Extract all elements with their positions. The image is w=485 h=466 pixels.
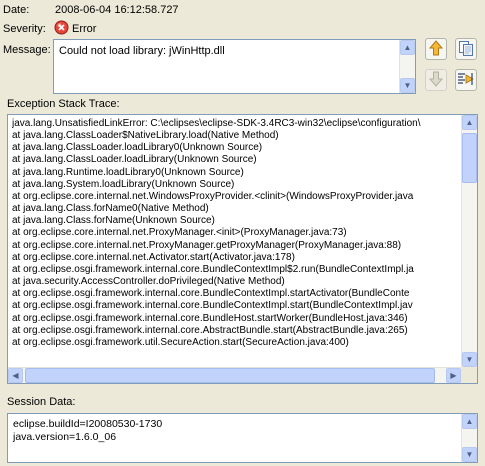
session-data-field[interactable]: eclipse.buildId=I20080530-1730 java.vers… bbox=[7, 413, 478, 463]
message-field[interactable]: Could not load library: jWinHttp.dll ▲ ▼ bbox=[53, 39, 416, 94]
stack-trace-header-line: java.lang.UnsatisfiedLinkError: C:\eclip… bbox=[12, 118, 421, 129]
stack-trace-line: at org.eclipse.osgi.framework.internal.c… bbox=[12, 324, 408, 336]
date-value: 2008-06-04 16:12:58.727 bbox=[55, 4, 179, 16]
copy-button[interactable] bbox=[455, 38, 477, 60]
scroll-down-icon[interactable]: ▼ bbox=[400, 78, 415, 93]
session-data-label: Session Data: bbox=[7, 396, 76, 408]
stack-trace-line: at java.lang.Class.forName0(Native Metho… bbox=[12, 203, 209, 215]
session-data-lines: eclipse.buildId=I20080530-1730 java.vers… bbox=[13, 418, 162, 444]
stack-trace-hscrollbar[interactable]: ◀ ▶ bbox=[8, 367, 461, 383]
stack-trace-line: at org.eclipse.osgi.framework.internal.c… bbox=[12, 300, 413, 312]
stack-trace-lines: java.lang.UnsatisfiedLinkError: C:\eclip… bbox=[12, 118, 459, 365]
scroll-up-icon[interactable]: ▲ bbox=[400, 40, 415, 55]
session-line: java.version=1.6.0_06 bbox=[13, 431, 117, 443]
stack-trace-line: at java.lang.Class.forName(Unknown Sourc… bbox=[12, 215, 215, 227]
arrow-down-icon bbox=[428, 71, 444, 90]
stack-trace-line: at org.eclipse.core.internal.net.ProxyMa… bbox=[12, 239, 402, 251]
filter-stack-button[interactable] bbox=[455, 69, 477, 91]
copy-icon bbox=[458, 40, 474, 59]
stack-trace-line: at java.lang.ClassLoader.loadLibrary0(Un… bbox=[12, 142, 263, 154]
stack-trace-line: at java.lang.ClassLoader.loadLibrary(Unk… bbox=[12, 154, 257, 166]
stack-trace-line: at org.eclipse.core.internal.net.Activat… bbox=[12, 251, 295, 263]
scroll-right-icon[interactable]: ▶ bbox=[446, 368, 461, 383]
session-line: eclipse.buildId=I20080530-1730 bbox=[13, 418, 163, 430]
message-label: Message: bbox=[3, 44, 51, 56]
stack-trace-line: at java.lang.ClassLoader$NativeLibrary.l… bbox=[12, 130, 279, 142]
stack-trace-vscrollbar[interactable]: ▲ ▼ bbox=[461, 115, 477, 367]
stack-trace-line: at org.eclipse.osgi.framework.internal.c… bbox=[12, 312, 408, 324]
date-label: Date: bbox=[3, 4, 30, 16]
scroll-down-icon[interactable]: ▼ bbox=[462, 352, 477, 367]
stack-trace-line: at org.eclipse.osgi.framework.internal.c… bbox=[12, 288, 410, 300]
scroll-up-icon[interactable]: ▲ bbox=[462, 115, 477, 130]
stack-trace-label: Exception Stack Trace: bbox=[7, 98, 120, 110]
stack-trace-line: at org.eclipse.osgi.framework.util.Secur… bbox=[12, 336, 349, 348]
filter-stack-icon bbox=[457, 71, 475, 90]
message-text: Could not load library: jWinHttp.dll bbox=[59, 45, 225, 57]
stack-trace-line: at java.lang.System.loadLibrary(Unknown … bbox=[12, 178, 235, 190]
session-data-scrollbar[interactable]: ▲ ▼ bbox=[461, 414, 477, 462]
previous-entry-button[interactable] bbox=[425, 38, 447, 60]
horizontal-scroll-thumb[interactable] bbox=[25, 368, 435, 383]
stack-trace-line: at org.eclipse.core.internal.net.Windows… bbox=[12, 190, 414, 202]
stack-trace-line: at org.eclipse.osgi.framework.internal.c… bbox=[12, 263, 414, 275]
vertical-scroll-thumb[interactable] bbox=[462, 133, 477, 183]
scroll-left-icon[interactable]: ◀ bbox=[8, 368, 23, 383]
stack-trace-field[interactable]: java.lang.UnsatisfiedLinkError: C:\eclip… bbox=[7, 114, 478, 384]
error-icon bbox=[54, 20, 69, 35]
arrow-up-icon bbox=[428, 39, 444, 59]
severity-value: Error bbox=[72, 23, 97, 35]
scroll-down-icon[interactable]: ▼ bbox=[462, 447, 477, 462]
severity-label: Severity: bbox=[3, 23, 46, 35]
scroll-corner bbox=[461, 367, 477, 383]
message-scrollbar[interactable]: ▲ ▼ bbox=[399, 40, 415, 93]
stack-trace-line: at java.security.AccessController.doPriv… bbox=[12, 276, 285, 288]
stack-trace-line: at java.lang.Runtime.loadLibrary0(Unknow… bbox=[12, 166, 244, 178]
scroll-up-icon[interactable]: ▲ bbox=[462, 414, 477, 429]
stack-trace-line: at org.eclipse.core.internal.net.ProxyMa… bbox=[12, 227, 347, 239]
next-entry-button[interactable] bbox=[425, 69, 447, 91]
